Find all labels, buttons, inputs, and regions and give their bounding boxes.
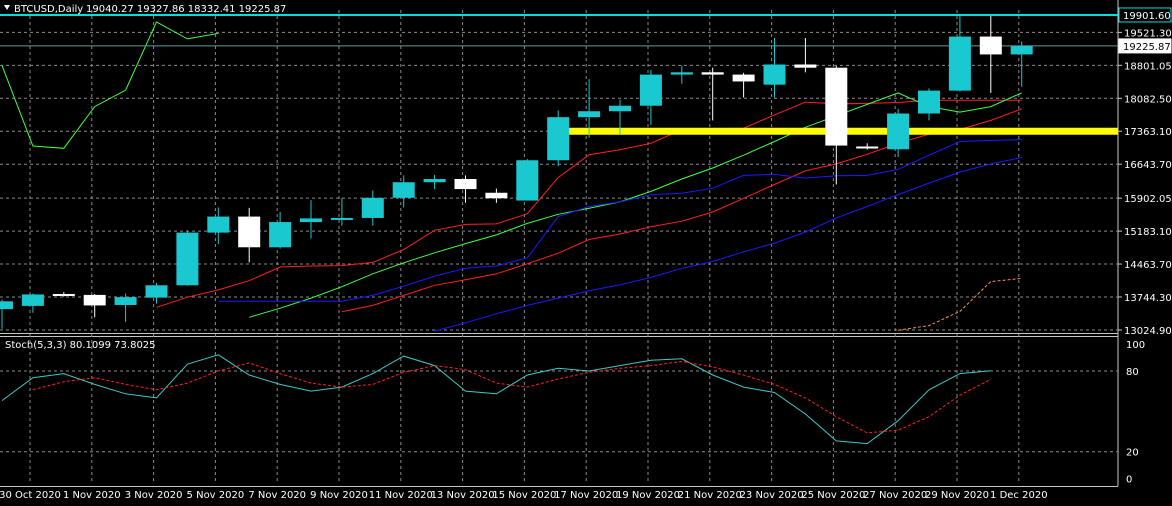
candle-body	[856, 146, 879, 149]
x-axis-label: 1 Nov 2020	[63, 490, 121, 501]
x-axis-label: 27 Nov 2020	[863, 490, 927, 501]
stoch-y-axis-label: 0	[1126, 475, 1132, 486]
candle[interactable]	[176, 230, 199, 286]
candle-body	[392, 182, 415, 198]
candle-body	[176, 232, 199, 286]
x-axis-label: 13 Nov 2020	[431, 490, 495, 501]
y-axis-label: 18801.05	[1124, 61, 1172, 72]
x-axis-label: 29 Nov 2020	[925, 490, 989, 501]
y-axis-label: 19521.30	[1124, 28, 1172, 39]
price-label: 19901.60	[1123, 11, 1171, 22]
x-axis-label: 17 Nov 2020	[554, 490, 618, 501]
stoch-y-axis-label: 80	[1126, 367, 1139, 378]
candle-body	[979, 36, 1002, 55]
candle-body	[238, 216, 261, 248]
stoch-y-axis-label: 100	[1126, 340, 1145, 351]
candle[interactable]	[516, 158, 539, 201]
x-axis-label: 23 Nov 2020	[740, 490, 804, 501]
y-axis-label: 13744.30	[1124, 293, 1172, 304]
candle-body	[300, 218, 322, 223]
candle-body	[83, 294, 106, 306]
candle-body	[1010, 45, 1033, 55]
x-axis-label: 7 Nov 2020	[248, 490, 306, 501]
candle-body	[0, 301, 13, 310]
stoch-y-axis-label: 20	[1126, 448, 1139, 459]
candle-body	[887, 113, 910, 150]
candle-body	[485, 192, 508, 199]
symbol-label: BTCUSD,Daily	[14, 4, 83, 15]
y-axis-label: 15902.05	[1124, 194, 1172, 205]
y-axis-label: 13024.90	[1124, 326, 1172, 337]
candle-body	[918, 90, 940, 114]
y-axis-label: 15183.10	[1124, 227, 1172, 238]
y-axis-label: 14463.70	[1124, 260, 1172, 271]
x-axis-label: 19 Nov 2020	[616, 490, 680, 501]
candle-body	[207, 216, 230, 233]
candle-body	[578, 111, 601, 118]
ohlc-label: 19040.27 19327.86 18332.41 19225.87	[86, 4, 286, 15]
candle[interactable]	[547, 110, 570, 167]
candle-body	[516, 160, 539, 201]
candle-body	[21, 294, 44, 306]
candle-body	[763, 64, 786, 85]
candle-body	[454, 179, 477, 190]
x-axis-label: 30 Oct 2020	[0, 490, 61, 501]
candle-body	[145, 285, 168, 298]
candle-body	[825, 67, 848, 146]
candle-body	[670, 72, 693, 75]
x-axis-label: 15 Nov 2020	[492, 490, 556, 501]
candle-body	[639, 74, 662, 106]
candle-body	[269, 222, 292, 248]
candle-body	[423, 179, 446, 183]
x-axis-label: 1 Dec 2020	[990, 490, 1048, 501]
x-axis-label: 25 Nov 2020	[801, 490, 865, 501]
x-axis-label: 21 Nov 2020	[678, 490, 742, 501]
price-label: 19225.87	[1123, 42, 1171, 53]
candle-body	[547, 117, 570, 161]
x-axis-label: 3 Nov 2020	[125, 490, 183, 501]
candle-body	[609, 105, 631, 112]
candle-body	[794, 64, 817, 68]
trading-chart[interactable]: 30 Oct 2020 1 Nov 2020 3 Nov 2020 5 Nov 202…	[0, 0, 1172, 506]
candle-body	[330, 217, 353, 220]
y-axis-label: 17363.10	[1124, 127, 1172, 138]
x-axis-label: 5 Nov 2020	[187, 490, 245, 501]
y-axis-label: 16643.70	[1124, 160, 1172, 171]
candle-body	[701, 72, 724, 75]
x-axis-label: 9 Nov 2020	[310, 490, 368, 501]
stoch-label: Stoch(5,3,3) 80.1099 73.8025	[5, 340, 156, 351]
candle-body	[361, 197, 384, 218]
candle-body	[52, 293, 75, 296]
candle-body	[948, 36, 971, 91]
y-axis-label: 18082.50	[1124, 94, 1172, 105]
candle-body	[114, 297, 137, 305]
x-axis-label: 11 Nov 2020	[369, 490, 433, 501]
candle-body	[732, 74, 755, 82]
